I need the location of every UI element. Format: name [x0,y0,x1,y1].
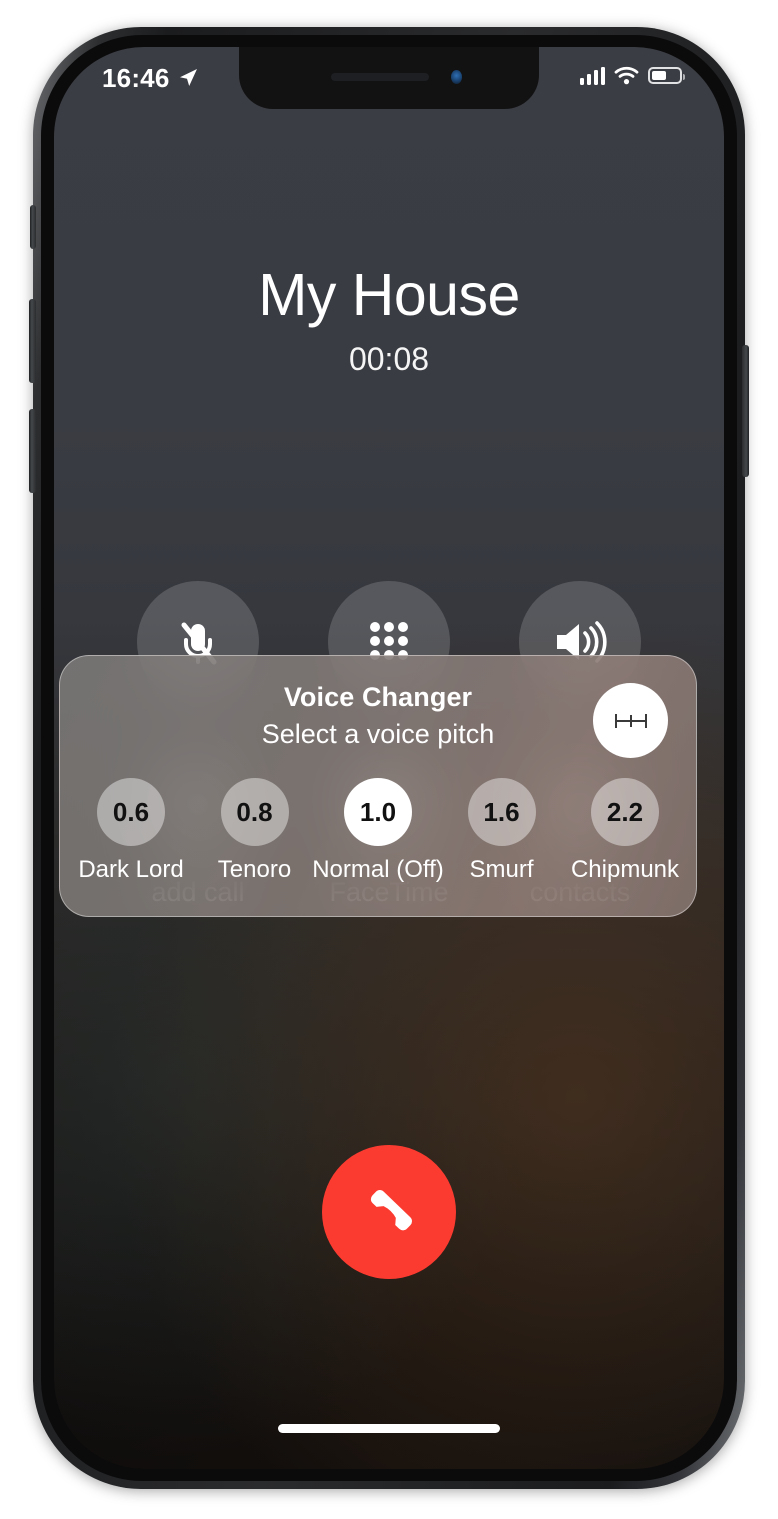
caller-name: My House [258,262,520,328]
battery-icon [648,67,685,84]
pitch-option-label: Smurf [469,856,534,883]
pitch-option-value[interactable]: 0.6 [97,778,165,846]
voice-changer-panel: Voice Changer Select a voice pitch 0.6 D… [59,655,697,917]
pitch-option-tenoro[interactable]: 0.8 Tenoro [196,778,314,884]
volume-down-button[interactable] [29,409,36,493]
power-button[interactable] [742,345,749,477]
status-time: 16:46 [102,63,170,93]
iphone-device-frame: My House 00:08 Voice Changer Select a vo… [29,27,749,1489]
status-time-group: 16:46 [102,65,199,91]
end-call-handset-icon [370,1190,412,1231]
pitch-option-label: Dark Lord [78,856,184,883]
pitch-option-normal[interactable]: 1.0 Normal (Off) [312,778,444,884]
pitch-option-label: Chipmunk [570,856,680,883]
silent-switch-button[interactable] [30,205,36,249]
wifi-icon [614,66,639,85]
home-indicator[interactable] [278,1424,500,1433]
caller-info: My House 00:08 [54,262,724,378]
cellular-bars-icon [579,66,605,85]
pitch-option-dark-lord[interactable]: 0.6 Dark Lord [72,778,190,884]
status-right-group [579,66,685,85]
pitch-option-value[interactable]: 1.6 [467,778,536,846]
phone-screen: My House 00:08 Voice Changer Select a vo… [54,47,724,1469]
end-call-button[interactable] [322,1145,456,1279]
pitch-option-value[interactable]: 1.0 [344,778,412,846]
pitch-option-value[interactable]: 2.2 [591,778,659,846]
pitch-slider-icon [614,713,647,728]
pitch-option-label: Normal (Off) [312,856,444,883]
pitch-option-chipmunk[interactable]: 2.2 Chipmunk [566,778,684,884]
status-bar: 16:46 [54,47,724,109]
pitch-option-label: Tenoro [217,856,292,883]
battery-fill [652,71,666,80]
pitch-option-value[interactable]: 0.8 [220,778,289,846]
call-duration: 00:08 [348,340,430,377]
pitch-option-smurf[interactable]: 1.6 Smurf [443,778,561,884]
pitch-slider-button[interactable] [593,683,668,758]
volume-up-button[interactable] [29,299,36,383]
location-arrow-icon [179,69,197,86]
pitch-options-list: 0.6 Dark Lord 0.8 Tenoro 1.0 Normal (Off… [72,778,684,884]
